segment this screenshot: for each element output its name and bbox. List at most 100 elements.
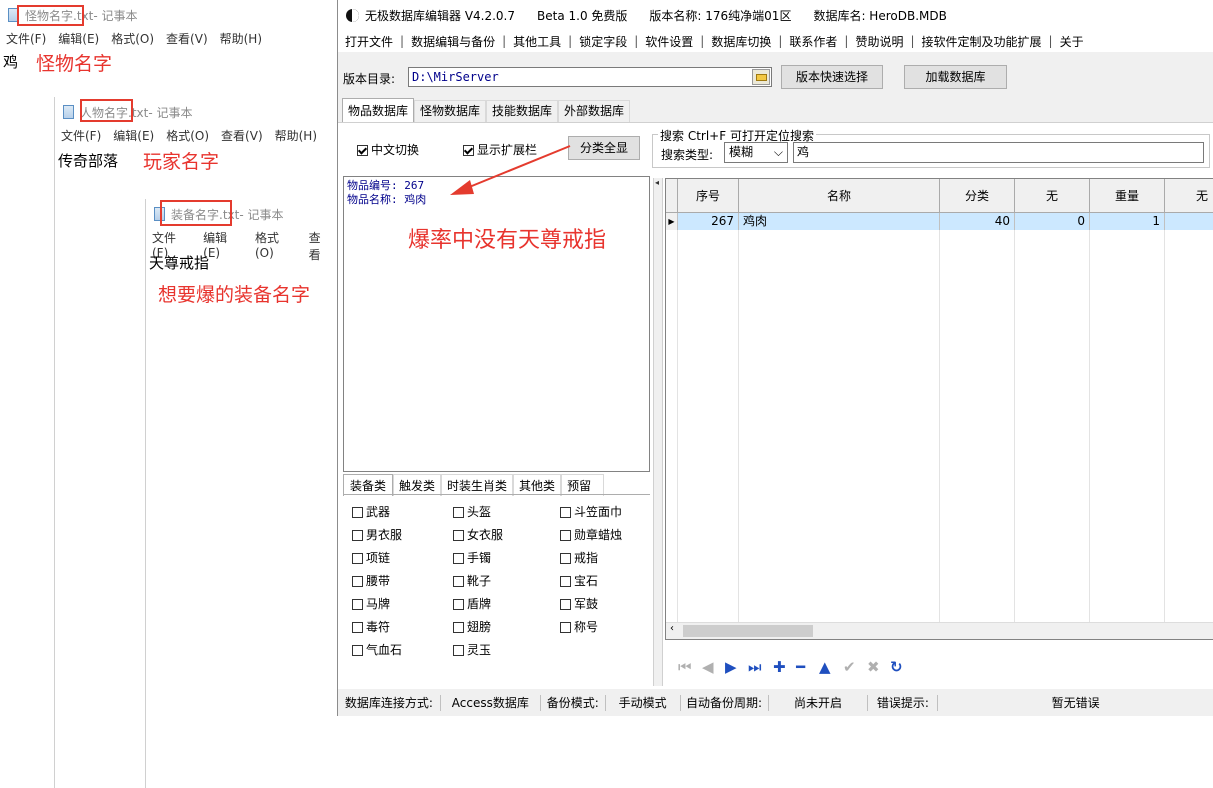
category-checkbox[interactable]: 翅膀 [453, 618, 491, 635]
checkbox-icon[interactable] [453, 507, 464, 518]
col-header-name[interactable]: 名称 [739, 179, 940, 213]
menu-file[interactable]: 文件(F) [6, 30, 46, 48]
cell-weight[interactable]: 1 [1090, 213, 1165, 230]
category-checkbox[interactable]: 女衣服 [453, 526, 503, 543]
category-checkbox[interactable]: 手镯 [453, 549, 491, 566]
cat-tab-equipment[interactable]: 装备类 [343, 474, 394, 496]
nav-edit-icon[interactable]: ▲ [819, 659, 831, 675]
checkbox-icon[interactable] [352, 645, 363, 656]
scroll-thumb[interactable] [683, 625, 813, 637]
checkbox-checked-icon[interactable] [357, 145, 368, 156]
checkbox-icon[interactable] [453, 599, 464, 610]
checkbox-icon[interactable] [560, 576, 571, 587]
menu-view[interactable]: 查看(V) [221, 127, 263, 145]
checkbox-icon[interactable] [453, 576, 464, 587]
nav-insert-icon[interactable]: ✚ [773, 659, 786, 675]
nav-last-icon[interactable]: ⏭ [748, 659, 762, 675]
checkbox-icon[interactable] [453, 645, 464, 656]
menu-format[interactable]: 格式(O) [166, 127, 209, 145]
notepad-content[interactable]: 传奇部落 [58, 150, 118, 171]
checkbox-icon[interactable] [560, 622, 571, 633]
menu-open-file[interactable]: 打开文件 [338, 33, 400, 50]
cell-name[interactable]: 鸡肉 [739, 213, 940, 230]
menu-lock-field[interactable]: 锁定字段 [572, 33, 634, 50]
menu-settings[interactable]: 软件设置 [638, 33, 700, 50]
horizontal-scrollbar[interactable]: ‹ [666, 622, 1213, 639]
checkbox-icon[interactable] [453, 553, 464, 564]
nav-next-icon[interactable]: ▶ [725, 659, 737, 675]
search-input[interactable]: 鸡 [793, 142, 1204, 163]
menu-help[interactable]: 帮助(H) [220, 30, 262, 48]
menu-format[interactable]: 格式(O) [111, 30, 154, 48]
menu-help[interactable]: 帮助(H) [275, 127, 317, 145]
dir-input[interactable]: D:\MirServer [408, 67, 772, 87]
checkbox-icon[interactable] [352, 622, 363, 633]
checkbox-icon[interactable] [560, 530, 571, 541]
menu-view[interactable]: 查看 [309, 229, 332, 262]
category-checkbox[interactable]: 盾牌 [453, 595, 491, 612]
category-checkbox[interactable]: 项链 [352, 549, 390, 566]
col-header-id[interactable]: 序号 [678, 179, 739, 213]
chinese-toggle[interactable]: 中文切换 [357, 141, 419, 158]
item-grid[interactable]: 序号 名称 分类 无 重量 无 ▶ 267 鸡肉 40 0 1 ‹ [665, 178, 1213, 640]
col-header-weight[interactable]: 重量 [1090, 179, 1165, 213]
category-checkbox[interactable]: 气血石 [352, 641, 402, 658]
splitter-handle[interactable]: ◂ [653, 178, 663, 686]
category-checkbox[interactable]: 宝石 [560, 572, 598, 589]
menu-custom[interactable]: 接软件定制及功能扩展 [915, 33, 1049, 50]
checkbox-icon[interactable] [453, 530, 464, 541]
col-header-none2[interactable]: 无 [1165, 179, 1213, 213]
cell-category[interactable]: 40 [940, 213, 1015, 230]
col-header-none1[interactable]: 无 [1015, 179, 1090, 213]
notepad-content[interactable]: 鸡 [3, 51, 18, 72]
folder-icon[interactable] [752, 69, 770, 85]
scroll-left-icon[interactable]: ‹ [670, 623, 674, 634]
tab-items[interactable]: 物品数据库 [342, 98, 415, 122]
cell-id[interactable]: 267 [678, 213, 739, 230]
category-checkbox[interactable]: 戒指 [560, 549, 598, 566]
col-header-category[interactable]: 分类 [940, 179, 1015, 213]
menu-other-tools[interactable]: 其他工具 [506, 33, 568, 50]
checkbox-icon[interactable] [560, 553, 571, 564]
category-checkbox[interactable]: 马牌 [352, 595, 390, 612]
show-all-button[interactable]: 分类全显 [568, 136, 640, 160]
cat-tab-trigger[interactable]: 触发类 [393, 474, 442, 496]
menu-edit[interactable]: 编辑(E) [203, 229, 243, 260]
nav-refresh-icon[interactable]: ↻ [890, 659, 903, 675]
nav-prior-icon[interactable]: ◀ [702, 659, 714, 675]
cell-none2[interactable] [1165, 213, 1213, 230]
search-type-select[interactable]: 模糊 ⌵ [724, 142, 788, 163]
tab-skills[interactable]: 技能数据库 [486, 100, 559, 122]
nav-first-icon[interactable]: ⏮ [678, 659, 692, 675]
editor-titlebar[interactable]: 无极数据库编辑器 V4.2.0.7 Beta 1.0 免费版 版本名称: 176… [338, 0, 1213, 30]
menu-view[interactable]: 查看(V) [166, 30, 208, 48]
category-checkbox[interactable]: 头盔 [453, 503, 491, 520]
nav-cancel-icon[interactable]: ✖ [867, 659, 880, 675]
tab-monsters[interactable]: 怪物数据库 [414, 100, 487, 122]
nav-post-icon[interactable]: ✔ [843, 659, 856, 675]
menu-data-edit[interactable]: 数据编辑与备份 [404, 33, 502, 50]
menu-db-switch[interactable]: 数据库切换 [704, 33, 778, 50]
category-checkbox[interactable]: 武器 [352, 503, 390, 520]
tab-external[interactable]: 外部数据库 [558, 100, 631, 122]
menu-file[interactable]: 文件(F) [152, 229, 191, 260]
nav-delete-icon[interactable]: ━ [796, 659, 805, 675]
category-checkbox[interactable]: 靴子 [453, 572, 491, 589]
category-checkbox[interactable]: 腰带 [352, 572, 390, 589]
category-checkbox[interactable]: 斗笠面巾 [560, 503, 622, 520]
checkbox-icon[interactable] [560, 507, 571, 518]
menu-format[interactable]: 格式(O) [255, 229, 297, 260]
checkbox-icon[interactable] [352, 599, 363, 610]
checkbox-icon[interactable] [453, 622, 464, 633]
checkbox-icon[interactable] [352, 507, 363, 518]
category-checkbox[interactable]: 灵玉 [453, 641, 491, 658]
cat-tab-reserved[interactable]: 预留 [561, 474, 605, 496]
checkbox-icon[interactable] [352, 530, 363, 541]
menu-edit[interactable]: 编辑(E) [58, 30, 99, 48]
cell-none1[interactable]: 0 [1015, 213, 1090, 230]
menu-contact[interactable]: 联系作者 [782, 33, 844, 50]
checkbox-icon[interactable] [352, 553, 363, 564]
quick-select-button[interactable]: 版本快速选择 [781, 65, 883, 89]
notepad-content[interactable]: 天尊戒指 [149, 252, 209, 273]
load-db-button[interactable]: 加载数据库 [904, 65, 1007, 89]
